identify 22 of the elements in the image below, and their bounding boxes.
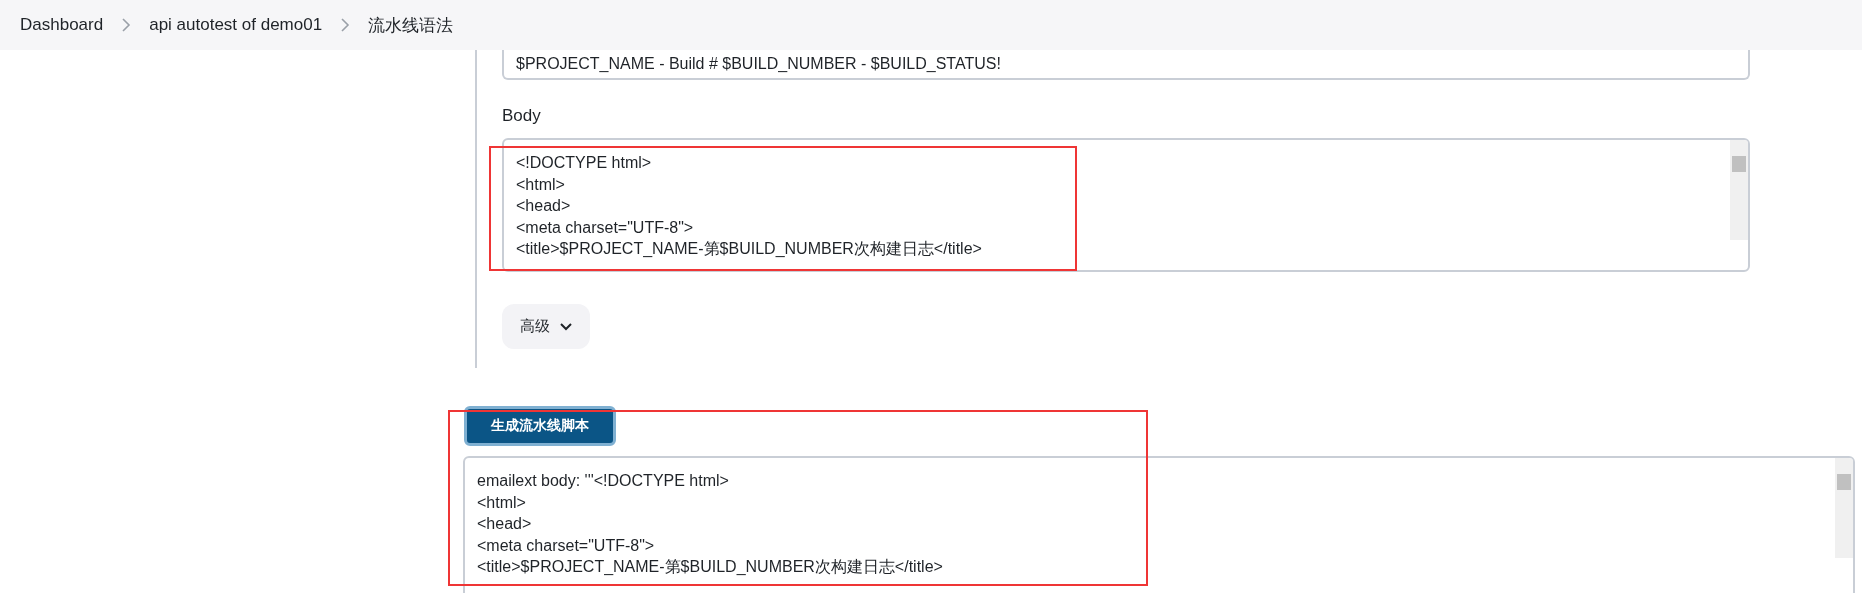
script-output-textarea[interactable]: emailext body: '''<!DOCTYPE html> <html> <head> <meta charset="UTF-8"> <title>$PROJECT_NAME-第$BUILD_NUMBER次构建日志</title> xyxy=(463,456,1855,593)
breadcrumb-link[interactable]: Dashboard xyxy=(20,15,104,35)
advanced-button[interactable]: 高级 xyxy=(502,304,590,349)
chevron-right-icon xyxy=(340,18,351,32)
breadcrumb-link[interactable]: 流水线语法 xyxy=(368,13,454,37)
code-line: emailext body: '''<!DOCTYPE html> xyxy=(477,471,729,491)
code-line: <html> xyxy=(477,492,526,513)
code-line: <head> xyxy=(516,196,571,216)
code-line: <meta charset="UTF-8"> xyxy=(477,535,655,556)
chevron-down-icon xyxy=(560,322,572,331)
code-line: <title>$PROJECT_NAME-第$BUILD_NUMBER次构建日志</title> xyxy=(516,239,982,259)
body-textarea[interactable]: <!DOCTYPE html> <html> <head> <meta charset="UTF-8"> <title>$PROJECT_NAME-第$BUILD_NUMBER次构建日志</title> xyxy=(502,138,1750,272)
breadcrumb-link[interactable]: api autotest of demo01 xyxy=(149,15,323,35)
code-line: <head> xyxy=(477,514,532,534)
code-line: <!DOCTYPE html> xyxy=(516,153,652,173)
chevron-right-icon xyxy=(121,18,132,32)
code-line: <html> xyxy=(516,174,565,195)
generate-script-button[interactable]: 生成流水线脚本 xyxy=(464,406,616,446)
code-line: <title>$PROJECT_NAME-第$BUILD_NUMBER次构建日志</title> xyxy=(477,557,943,577)
subject-field[interactable]: $PROJECT_NAME - Build # $BUILD_NUMBER - $BUILD_STATUS! xyxy=(502,50,1750,80)
code-line: <meta charset="UTF-8"> xyxy=(516,217,694,238)
field-label: Body xyxy=(502,106,541,126)
